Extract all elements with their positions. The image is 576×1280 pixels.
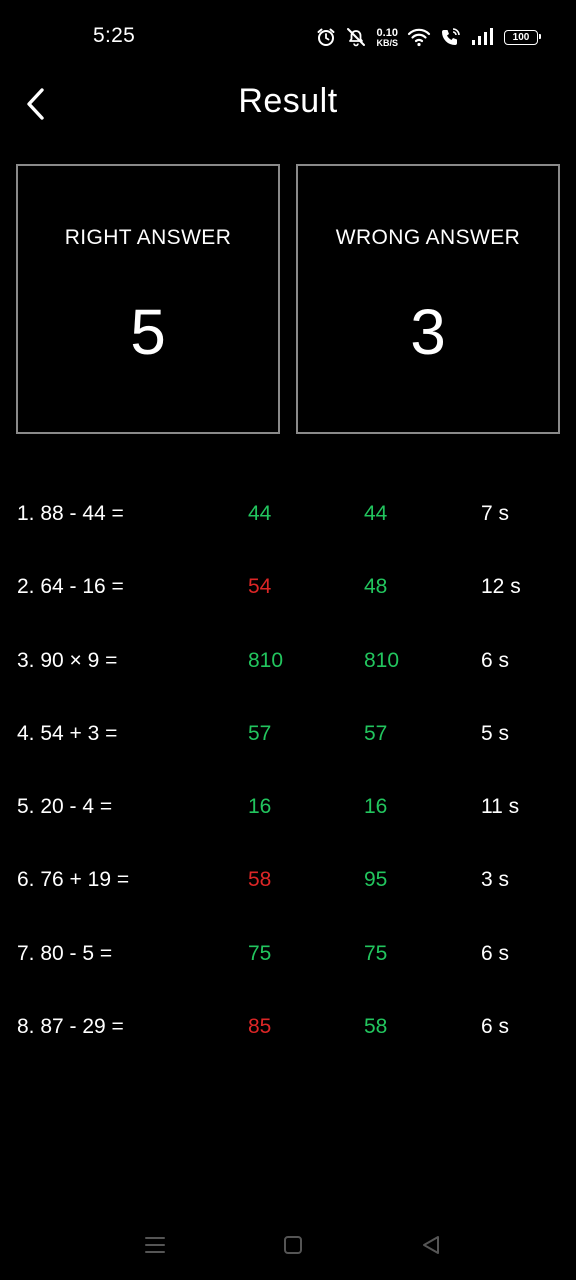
result-row: 1. 88 - 44 = 44 44 7 s: [0, 476, 576, 549]
user-answer: 16: [248, 795, 272, 819]
back-triangle-icon: [423, 1236, 439, 1254]
user-answer: 810: [248, 648, 284, 672]
time-taken: 6 s: [481, 648, 510, 672]
home-button[interactable]: [280, 1232, 306, 1258]
time-taken: 6 s: [481, 1015, 510, 1039]
result-row: 8. 87 - 29 = 85 58 6 s: [0, 989, 576, 1062]
question-text: 3. 90 × 9 =: [17, 648, 118, 672]
correct-answer: 75: [364, 941, 388, 965]
page-title: Result: [238, 82, 338, 120]
result-row: 7. 80 - 5 = 75 75 6 s: [0, 916, 576, 989]
wrong-answer-card: WRONG ANSWER 3: [296, 164, 560, 434]
time-taken: 5 s: [481, 721, 510, 745]
result-row: 5. 20 - 4 = 16 16 11 s: [0, 769, 576, 842]
signal-icon: [471, 28, 495, 46]
question-text: 2. 64 - 16 =: [17, 575, 124, 599]
header: Result: [0, 74, 576, 138]
result-row: 4. 54 + 3 = 57 57 5 s: [0, 696, 576, 769]
system-nav-bar: [0, 1220, 576, 1270]
net-speed: 0.10 KB/S: [376, 26, 398, 48]
question-text: 6. 76 + 19 =: [17, 868, 130, 892]
correct-answer: 44: [364, 502, 388, 525]
status-bar: 5:25 0.10 KB/S 100: [0, 0, 576, 74]
alarm-icon: [316, 27, 336, 47]
battery-icon: 100: [504, 29, 541, 45]
user-answer: 44: [248, 502, 272, 525]
user-answer: 57: [248, 721, 272, 745]
recent-apps-button[interactable]: [142, 1232, 168, 1258]
user-answer: 75: [248, 941, 272, 965]
status-time: 5:25: [93, 24, 136, 47]
question-text: 5. 20 - 4 =: [17, 795, 113, 819]
question-text: 7. 80 - 5 =: [17, 941, 113, 965]
correct-answer: 16: [364, 795, 388, 819]
result-row: 3. 90 × 9 = 810 810 6 s: [0, 623, 576, 696]
wrong-answer-label: WRONG ANSWER: [335, 226, 521, 249]
results-list: 1. 88 - 44 = 44 44 7 s 2. 64 - 16 = 54 4…: [0, 476, 576, 1062]
wifi-icon: [407, 27, 431, 47]
right-answer-count: 5: [130, 296, 166, 368]
status-icons: 0.10 KB/S 100: [316, 22, 541, 52]
result-row: 2. 64 - 16 = 54 48 12 s: [0, 549, 576, 622]
system-back-button[interactable]: [418, 1232, 444, 1258]
time-taken: 12 s: [481, 575, 521, 599]
correct-answer: 95: [364, 868, 388, 892]
result-row: 6. 76 + 19 = 58 95 3 s: [0, 842, 576, 915]
wrong-answer-count: 3: [410, 296, 446, 368]
question-text: 4. 54 + 3 =: [17, 721, 118, 745]
user-answer: 54: [248, 575, 272, 599]
right-answer-label: RIGHT ANSWER: [64, 226, 232, 249]
time-taken: 3 s: [481, 868, 510, 892]
correct-answer: 58: [364, 1015, 388, 1039]
mute-icon: [345, 27, 367, 47]
net-speed-value: 0.10: [376, 26, 398, 39]
question-text: 1. 88 - 44 =: [17, 502, 124, 525]
net-speed-unit: KB/S: [376, 37, 398, 48]
correct-answer: 48: [364, 575, 388, 599]
time-taken: 6 s: [481, 941, 510, 965]
time-taken: 7 s: [481, 502, 510, 525]
question-text: 8. 87 - 29 =: [17, 1015, 124, 1039]
right-answer-card: RIGHT ANSWER 5: [16, 164, 280, 434]
home-icon: [284, 1236, 302, 1254]
time-taken: 11 s: [481, 795, 520, 819]
menu-icon: [145, 1237, 165, 1253]
correct-answer: 57: [364, 721, 388, 745]
battery-level: 100: [512, 31, 530, 43]
correct-answer: 810: [364, 648, 400, 672]
user-answer: 58: [248, 868, 272, 892]
call-icon: [440, 27, 462, 47]
user-answer: 85: [248, 1015, 272, 1039]
